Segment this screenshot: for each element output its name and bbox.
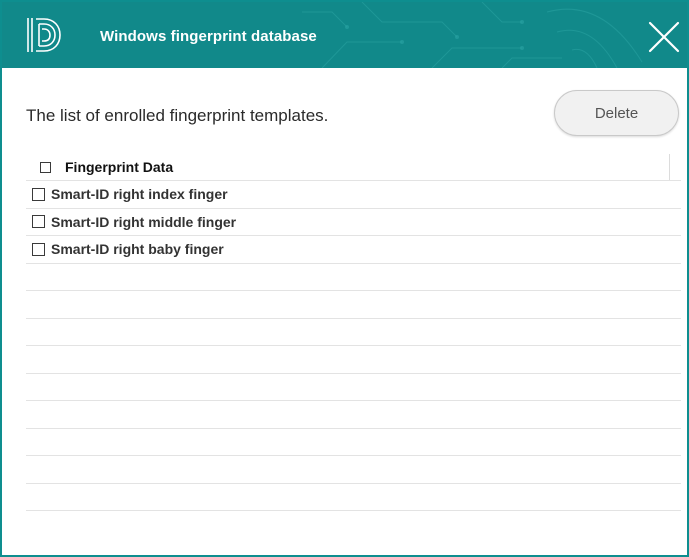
- table-row[interactable]: Smart-ID right index finger: [26, 180, 681, 208]
- empty-row: [26, 455, 681, 483]
- empty-row: [26, 345, 681, 373]
- row-label: Smart-ID right index finger: [51, 186, 228, 203]
- select-all-checkbox[interactable]: [40, 161, 51, 173]
- row-checkbox[interactable]: [32, 215, 45, 229]
- row-checkbox[interactable]: [32, 187, 45, 201]
- table-row[interactable]: Smart-ID right middle finger: [26, 207, 681, 236]
- column-divider: [669, 154, 670, 180]
- delete-button[interactable]: Delete: [554, 90, 679, 136]
- row-label: Smart-ID right middle finger: [51, 213, 237, 230]
- title-bar: Windows fingerprint database: [2, 2, 687, 68]
- empty-row: [26, 262, 681, 291]
- column-header-fingerprint-data: Fingerprint Data: [65, 159, 174, 175]
- empty-row: [26, 290, 681, 318]
- table-header: Fingerprint Data: [26, 154, 681, 180]
- empty-row: [26, 317, 681, 346]
- empty-row: [26, 482, 681, 511]
- fingerprint-database-window: Windows fingerprint database The list of…: [0, 0, 689, 557]
- fingerprint-list: Smart-ID right index finger Smart-ID rig…: [26, 180, 681, 538]
- close-icon[interactable]: [647, 20, 681, 54]
- page-subtitle: The list of enrolled fingerprint templat…: [26, 106, 329, 125]
- fingerprint-table: Fingerprint Data Smart-ID right index fi…: [26, 154, 681, 544]
- empty-row: [26, 510, 681, 538]
- table-row[interactable]: Smart-ID right baby finger: [26, 235, 681, 263]
- id-fingerprint-logo-icon: [27, 18, 61, 52]
- empty-row: [26, 372, 681, 401]
- window-title: Windows fingerprint database: [100, 28, 317, 45]
- empty-row: [26, 400, 681, 428]
- row-label: Smart-ID right baby finger: [51, 241, 224, 258]
- row-checkbox[interactable]: [32, 242, 45, 256]
- empty-row: [26, 427, 681, 456]
